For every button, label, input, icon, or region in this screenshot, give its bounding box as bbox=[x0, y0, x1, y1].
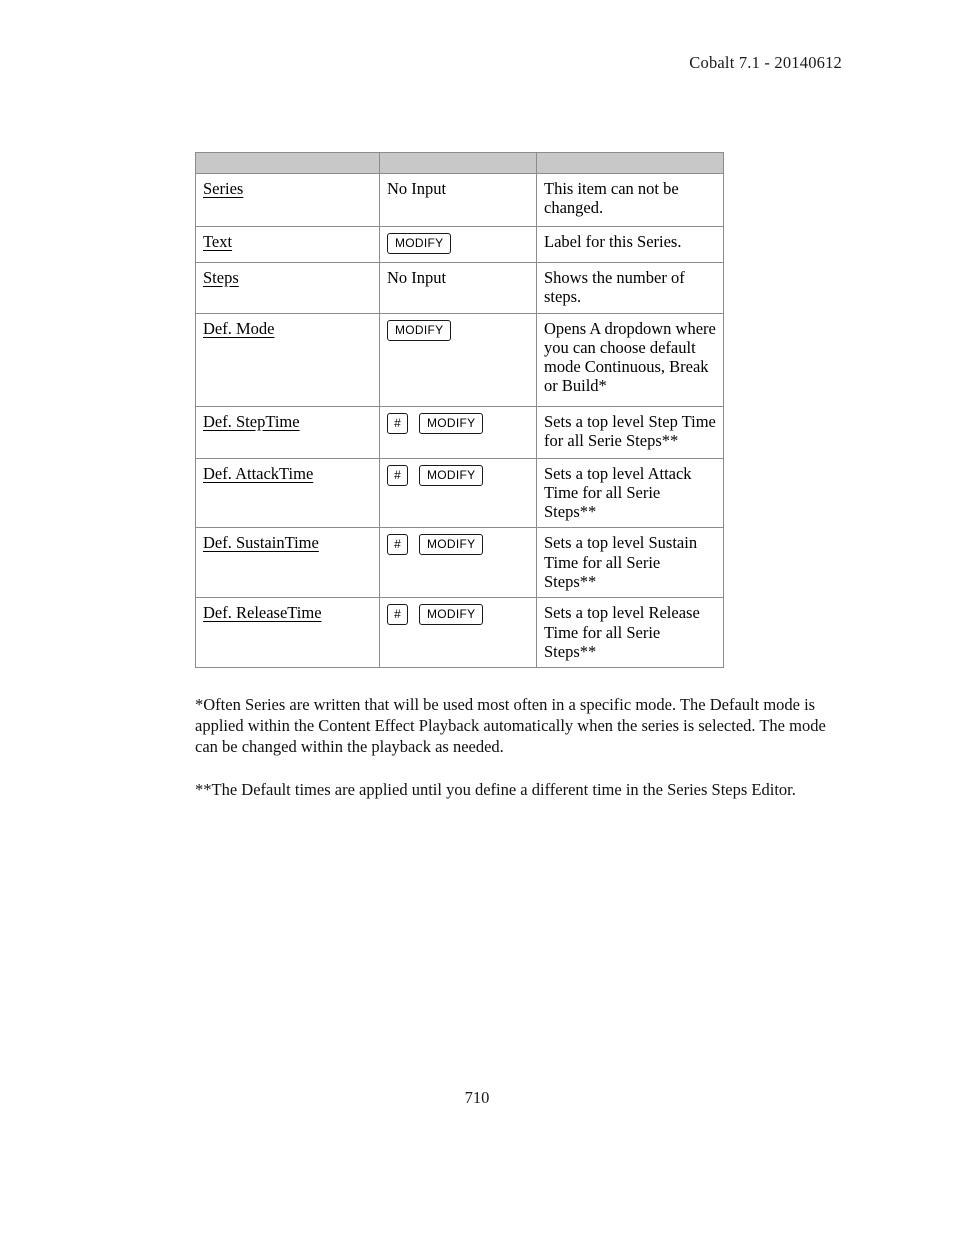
term-label: Def. Mode bbox=[203, 318, 275, 338]
modify-button[interactable]: MODIFY bbox=[387, 233, 452, 254]
row-input-cell: # MODIFY bbox=[379, 457, 537, 529]
table-row: Def. AttackTime # MODIFY Sets a top leve… bbox=[195, 457, 724, 529]
term-label: Def. SustainTime bbox=[203, 533, 319, 553]
modify-button[interactable]: MODIFY bbox=[419, 534, 484, 556]
row-term-cell: Def. ReleaseTime bbox=[195, 597, 380, 669]
row-input-cell: No Input bbox=[379, 173, 537, 227]
modify-button[interactable]: MODIFY bbox=[419, 412, 484, 434]
button-group: MODIFY bbox=[387, 232, 529, 254]
table-row: Text MODIFY Label for this Series. bbox=[195, 226, 724, 263]
numeric-keypad-button[interactable]: # bbox=[387, 534, 408, 556]
term-label: Def. StepTime bbox=[203, 411, 300, 431]
button-group: MODIFY bbox=[387, 319, 529, 341]
table-row: Steps No Input Shows the number of steps… bbox=[195, 262, 724, 314]
row-description-cell: Sets a top level Sustain Time for all Se… bbox=[536, 527, 724, 599]
row-input-cell: MODIFY bbox=[379, 226, 537, 263]
row-input-cell: # MODIFY bbox=[379, 527, 537, 599]
row-description-cell: Label for this Series. bbox=[536, 226, 724, 263]
footnote-default-times: **The Default times are applied until yo… bbox=[195, 779, 796, 799]
row-description-cell: Sets a top level Release Time for all Se… bbox=[536, 597, 724, 669]
numeric-keypad-button[interactable]: # bbox=[387, 604, 408, 626]
row-term-cell: Steps bbox=[195, 262, 380, 314]
series-properties-table: Series No Input This item can not be cha… bbox=[195, 152, 724, 669]
page-number: 710 bbox=[464, 1088, 490, 1107]
button-group: # MODIFY bbox=[387, 412, 529, 434]
row-description-cell: Sets a top level Step Time for all Serie… bbox=[536, 405, 724, 459]
header-cell-description bbox=[536, 152, 724, 174]
row-term-cell: Def. AttackTime bbox=[195, 457, 380, 529]
row-input-cell: # MODIFY bbox=[379, 597, 537, 669]
footnote-default-mode: *Often Series are written that will be u… bbox=[195, 695, 826, 757]
row-input-cell: # MODIFY bbox=[379, 405, 537, 459]
row-term-cell: Text bbox=[195, 226, 380, 263]
row-term-cell: Def. SustainTime bbox=[195, 527, 380, 599]
term-label: Text bbox=[203, 232, 233, 251]
modify-button[interactable]: MODIFY bbox=[387, 319, 452, 341]
table-header-row bbox=[195, 152, 724, 174]
numeric-keypad-button[interactable]: # bbox=[387, 412, 408, 434]
row-input-cell: MODIFY bbox=[379, 312, 537, 407]
row-description-cell: Opens A dropdown where you can choose de… bbox=[536, 312, 724, 407]
row-description-cell: Sets a top level Attack Time for all Ser… bbox=[536, 457, 724, 529]
running-header: Cobalt 7.1 - 20140612 bbox=[689, 53, 842, 72]
row-input-cell: No Input bbox=[379, 262, 537, 314]
header-cell-input bbox=[379, 152, 537, 174]
row-term-cell: Def. StepTime bbox=[195, 405, 380, 459]
term-label: Def. AttackTime bbox=[203, 463, 314, 483]
row-description-cell: This item can not be changed. bbox=[536, 173, 724, 227]
button-group: # MODIFY bbox=[387, 533, 529, 556]
modify-button[interactable]: MODIFY bbox=[419, 464, 484, 486]
table-row: Series No Input This item can not be cha… bbox=[195, 173, 724, 227]
modify-button[interactable]: MODIFY bbox=[419, 604, 484, 626]
term-label: Def. ReleaseTime bbox=[203, 603, 322, 623]
numeric-keypad-button[interactable]: # bbox=[387, 464, 408, 486]
table-row: Def. SustainTime # MODIFY Sets a top lev… bbox=[195, 527, 724, 599]
button-group: # MODIFY bbox=[387, 464, 529, 486]
button-group: # MODIFY bbox=[387, 603, 529, 626]
row-term-cell: Def. Mode bbox=[195, 312, 380, 407]
term-label: Series bbox=[203, 179, 244, 198]
header-cell-term bbox=[195, 152, 380, 174]
row-term-cell: Series bbox=[195, 173, 380, 227]
table-row: Def. StepTime # MODIFY Sets a top level … bbox=[195, 405, 724, 459]
no-input-label: No Input bbox=[387, 268, 447, 287]
term-label: Steps bbox=[203, 268, 239, 287]
table-row: Def. ReleaseTime # MODIFY Sets a top lev… bbox=[195, 597, 724, 669]
row-description-cell: Shows the number of steps. bbox=[536, 262, 724, 314]
no-input-label: No Input bbox=[387, 179, 447, 198]
table-row: Def. Mode MODIFY Opens A dropdown where … bbox=[195, 312, 724, 407]
page-content: Series No Input This item can not be cha… bbox=[195, 152, 855, 816]
